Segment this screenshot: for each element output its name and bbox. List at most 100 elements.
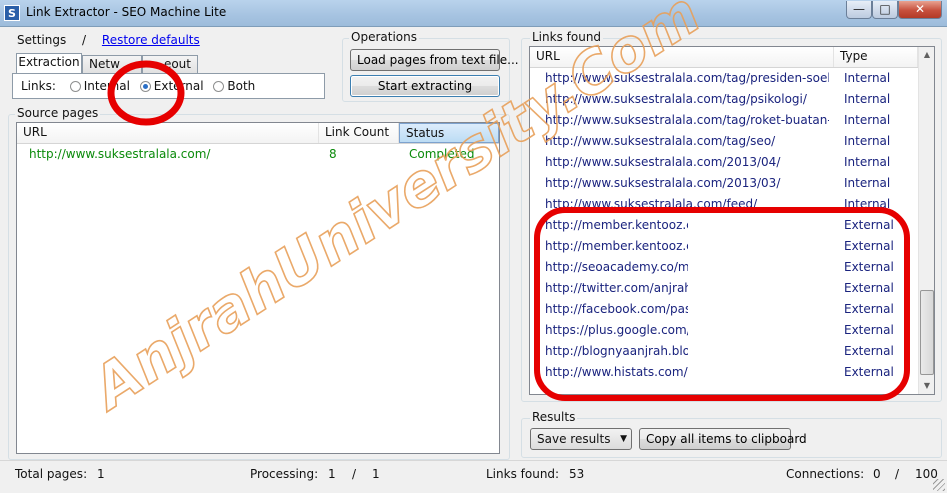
links-found-title: Links found: [530, 30, 604, 44]
link-type-cell: External: [844, 239, 894, 253]
col-link-count[interactable]: Link Count: [319, 123, 399, 143]
link-type-cell: External: [844, 344, 894, 358]
link-type-cell: External: [844, 281, 894, 295]
table-row[interactable]: http://www.suksestralala.com/tag/preside…: [530, 68, 918, 89]
maximize-button[interactable]: □: [872, 1, 898, 19]
scroll-thumb[interactable]: [920, 290, 934, 375]
tab-network[interactable]: Netw: [82, 55, 142, 73]
processing-current: 1: [328, 467, 336, 481]
restore-defaults-link[interactable]: Restore defaults: [102, 33, 200, 47]
scroll-down-icon[interactable]: ▼: [919, 378, 934, 394]
link-type-cell: Internal: [844, 71, 891, 85]
resize-grip[interactable]: [933, 479, 945, 491]
radio-internal-dot[interactable]: [69, 81, 81, 92]
table-row[interactable]: http://www.suksestralala.com/2013/03/Int…: [530, 173, 918, 194]
table-row[interactable]: http://www.suksestralala.com/tag/psikolo…: [530, 89, 918, 110]
link-type-cell: External: [844, 323, 894, 337]
tab-extraction[interactable]: Extraction: [16, 53, 82, 73]
tab-network-label: Netw: [89, 57, 120, 71]
radio-internal[interactable]: Internal: [69, 79, 130, 93]
tab-timeout[interactable]: eout: [142, 55, 198, 73]
radio-internal-label: Internal: [83, 79, 130, 93]
link-type-cell: Internal: [844, 92, 891, 106]
link-url-cell: http://www.suksestralala.com/tag/roket-b…: [545, 113, 829, 127]
radio-both[interactable]: Both: [213, 79, 255, 93]
total-pages-label: Total pages:: [15, 467, 88, 481]
connections-current: 0: [873, 467, 881, 481]
processing-total: 1: [372, 467, 380, 481]
table-row[interactable]: http://twitter.com/anjrah External: [530, 278, 918, 299]
link-type-cell: External: [844, 260, 894, 274]
col-link-url[interactable]: URL: [530, 47, 834, 67]
link-url-cell: http://www.suksestralala.com/2013/04/: [545, 155, 781, 169]
link-url-cell: http://seoacademy.co/member: [545, 260, 688, 274]
connections-label: Connections:: [786, 467, 865, 481]
links-found-status-value: 53: [569, 467, 585, 481]
table-row[interactable]: http://member.kentooz.com External: [530, 236, 918, 257]
table-row[interactable]: http://seoacademy.co/member External: [530, 257, 918, 278]
link-type-cell: Internal: [844, 176, 891, 190]
source-pages-list[interactable]: URL Link Count Status http://www.suksest…: [16, 122, 500, 454]
link-url-cell: http://www.suksestralala.com/tag/psikolo…: [545, 92, 807, 106]
table-row[interactable]: http://www.suksestralala.com/2013/04/Int…: [530, 152, 918, 173]
col-status[interactable]: Status: [399, 123, 499, 143]
connections-separator: /: [895, 467, 900, 481]
radio-external-label: External: [153, 79, 204, 93]
link-type-cell: External: [844, 218, 894, 232]
radio-external-dot[interactable]: [139, 81, 151, 92]
results-title: Results: [530, 410, 578, 424]
source-pages-title: Source pages: [15, 106, 101, 120]
table-row[interactable]: http://www.suksestralala.com/feed/Intern…: [530, 194, 918, 215]
radio-both-dot[interactable]: [213, 81, 225, 92]
table-row[interactable]: http://www.histats.com/External: [530, 362, 918, 383]
status-cell: Completed: [409, 147, 475, 161]
processing-separator: /: [352, 467, 357, 481]
radio-external[interactable]: External: [139, 79, 204, 93]
title-bar[interactable]: S Link Extractor - SEO Machine Lite — □ …: [0, 0, 947, 27]
copy-all-button[interactable]: Copy all items to clipboard: [639, 428, 807, 450]
table-row[interactable]: http://facebook.com/pasarkreatif External: [530, 299, 918, 320]
links-radio-row: Links: Internal External Both: [21, 79, 255, 93]
chevron-down-icon: ▼: [620, 434, 627, 444]
links-label: Links:: [21, 79, 56, 93]
link-type-cell: External: [844, 365, 894, 379]
table-row[interactable]: http://www.suksestralala.com/tag/roket-b…: [530, 110, 918, 131]
col-url[interactable]: URL: [17, 123, 319, 143]
links-scrollbar[interactable]: ▲ ▼: [918, 47, 934, 394]
link-type-cell: Internal: [844, 155, 891, 169]
extraction-tab-panel: Links: Internal External Both: [12, 73, 325, 99]
settings-label: Settings: [17, 33, 67, 47]
operations-title: Operations: [349, 30, 419, 44]
links-found-status-label: Links found:: [486, 467, 560, 481]
load-pages-button[interactable]: Load pages from text file...: [350, 49, 519, 71]
tab-timeout-label: eout: [163, 57, 191, 71]
link-url-cell: http://twitter.com/anjrah: [545, 281, 688, 295]
col-link-type[interactable]: Type: [834, 47, 918, 67]
link-url-cell: http://www.suksestralala.com/2013/03/: [545, 176, 781, 190]
link-url-cell: http://www.histats.com/: [545, 365, 688, 379]
table-row[interactable]: http://blognyaanjrah.blogspot.com Externa…: [530, 341, 918, 362]
table-row[interactable]: https://plus.google.com/11 External: [530, 320, 918, 341]
link-type-cell: Internal: [844, 134, 891, 148]
table-row[interactable]: http://member.kentooz.com External: [530, 215, 918, 236]
link-url-cell: http://blognyaanjrah.blogspot.com: [545, 344, 688, 358]
minimize-button[interactable]: —: [846, 1, 872, 19]
link-count-cell: 8: [329, 147, 337, 161]
table-row[interactable]: http://www.suksestralala.com/ 8 Complete…: [17, 144, 499, 165]
close-button[interactable]: ✕: [898, 1, 942, 19]
link-url-cell: http://member.kentooz.com: [545, 218, 688, 232]
link-type-cell: Internal: [844, 197, 891, 211]
link-url-cell: http://www.suksestralala.com/feed/: [545, 197, 758, 211]
save-results-label: Save results: [537, 432, 611, 446]
save-results-select[interactable]: Save results ▼: [530, 428, 632, 450]
processing-label: Processing:: [250, 467, 319, 481]
settings-separator: /: [82, 33, 87, 47]
scroll-up-icon[interactable]: ▲: [919, 47, 934, 63]
link-url-cell: http://www.suksestralala.com/tag/preside…: [545, 71, 829, 85]
links-found-header: URL Type: [530, 47, 918, 68]
link-url-cell: http://facebook.com/pasarkreatif: [545, 302, 688, 316]
start-extracting-button[interactable]: Start extracting: [350, 75, 500, 97]
links-found-list[interactable]: URL Type http://www.suksestralala.com/ta…: [529, 46, 935, 395]
settings-header: Settings / Restore defaults: [17, 33, 200, 47]
table-row[interactable]: http://www.suksestralala.com/tag/seo/Int…: [530, 131, 918, 152]
